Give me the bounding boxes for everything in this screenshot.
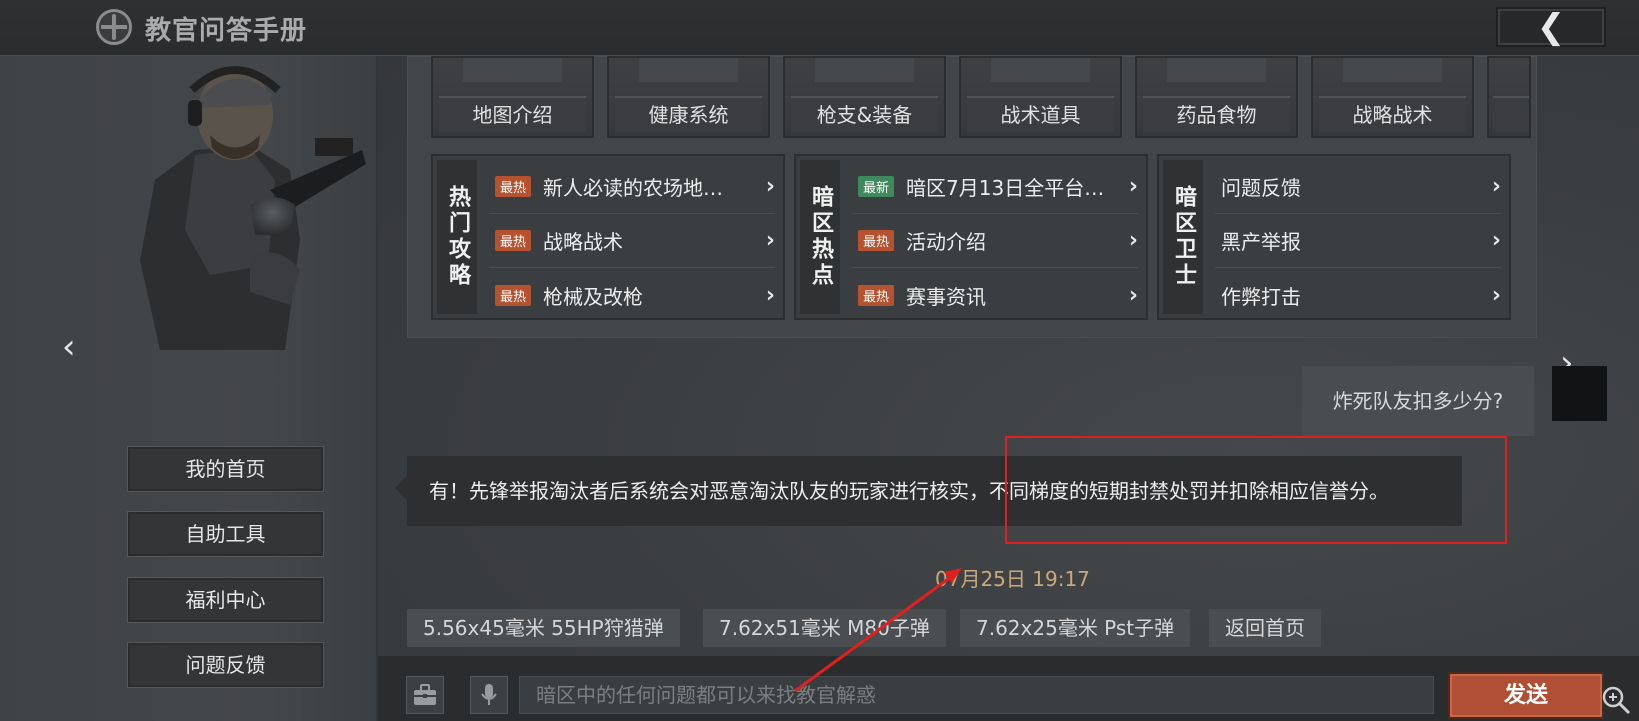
chevron-right-icon: › <box>1128 282 1138 308</box>
category-guns-equipment[interactable]: 枪支&装备 <box>783 56 946 138</box>
chevron-right-icon: › <box>1491 228 1501 253</box>
quick-reply-chip[interactable]: 5.56x45毫米 55HP狩猎弹 <box>407 609 680 647</box>
category-tactical-items[interactable]: 战术道具 <box>959 56 1122 138</box>
chevron-right-icon: › <box>1128 228 1138 253</box>
menu-feedback[interactable]: 问题反馈 <box>127 642 324 688</box>
microphone-icon <box>481 684 497 705</box>
category-image <box>815 58 914 82</box>
category-label: 枪支&装备 <box>791 96 938 132</box>
list-item-label: 作弊打击 <box>1221 284 1301 309</box>
prev-arrow-icon[interactable]: ‹ <box>62 330 76 364</box>
list-item[interactable]: 问题反馈 › <box>1215 160 1501 214</box>
hot-badge: 最热 <box>858 230 895 251</box>
group-title: 暗区热点 <box>800 160 840 314</box>
group-hot-guides: 热门攻略 最热 新人必读的农场地… › 最热 战略战术 › 最热 枪械及改枪 › <box>431 154 785 320</box>
group-title: 热门攻略 <box>437 160 477 314</box>
list-item-label: 战略战术 <box>543 230 624 254</box>
hot-badge: 最热 <box>495 230 532 251</box>
category-label: 药品食物 <box>1143 96 1290 132</box>
question-input[interactable] <box>519 676 1434 714</box>
quick-reply-chip[interactable]: 7.62x51毫米 M80子弹 <box>703 609 946 647</box>
list-item-label: 暗区7月13日全平台… <box>906 176 1105 200</box>
list-item-label: 活动介绍 <box>906 230 987 254</box>
category-image <box>463 58 562 82</box>
group-title: 暗区卫士 <box>1163 160 1203 314</box>
microphone-button[interactable] <box>470 676 508 714</box>
chevron-right-icon: › <box>765 282 775 308</box>
list-item-label: 枪械及改枪 <box>543 284 644 309</box>
category-image <box>1343 58 1442 82</box>
category-medicine-food[interactable]: 药品食物 <box>1135 56 1298 138</box>
menu-my-home[interactable]: 我的首页 <box>127 446 324 492</box>
user-message-bubble: 炸死队友扣多少分? <box>1302 366 1534 436</box>
category-label: 战术道具 <box>967 96 1114 132</box>
group-dark-zone-guard: 暗区卫士 问题反馈 › 黑产举报 › 作弊打击 › <box>1157 154 1511 320</box>
list-item-label: 问题反馈 <box>1221 176 1301 200</box>
category-label: 地图介绍 <box>439 96 586 132</box>
group-dark-zone-hotspots: 暗区热点 最新 暗区7月13日全平台… › 最热 活动介绍 › 最热 赛事资讯 … <box>794 154 1148 320</box>
category-strategy-tactics[interactable]: 战略战术 <box>1311 56 1474 138</box>
chevron-left-icon: ❮ <box>1536 7 1566 47</box>
category-label: 健康系统 <box>615 96 762 132</box>
category-label-empty <box>1493 96 1529 132</box>
category-label: 战略战术 <box>1319 96 1466 132</box>
list-item[interactable]: 最热 赛事资讯 › <box>852 268 1138 322</box>
new-badge: 最新 <box>858 176 895 197</box>
list-item-label: 新人必读的农场地… <box>543 176 724 200</box>
category-image <box>991 58 1090 82</box>
list-item-label: 赛事资讯 <box>906 284 987 309</box>
list-item-label: 黑产举报 <box>1221 230 1301 254</box>
category-image <box>639 58 738 82</box>
send-button[interactable]: 发送 <box>1448 672 1604 719</box>
menu-welfare-center[interactable]: 福利中心 <box>127 577 324 623</box>
toolbox-icon <box>414 684 436 705</box>
chevron-right-icon: › <box>1128 174 1138 199</box>
category-image <box>1167 58 1266 82</box>
message-timestamp: 07月25日 19:17 <box>935 567 1090 591</box>
chevron-right-icon: › <box>1491 174 1501 199</box>
chevron-right-icon: › <box>765 174 775 199</box>
avatar <box>1552 366 1607 421</box>
chevron-right-icon: › <box>765 228 775 253</box>
list-item[interactable]: 最热 枪械及改枪 › <box>489 268 775 322</box>
list-item[interactable]: 黑产举报 › <box>1215 214 1501 268</box>
hot-badge: 最热 <box>495 176 532 197</box>
back-button[interactable]: ❮ <box>1496 7 1606 47</box>
quick-reply-chip[interactable]: 返回首页 <box>1209 609 1321 647</box>
category-map-intro[interactable]: 地图介绍 <box>431 56 594 138</box>
list-item[interactable]: 最热 战略战术 › <box>489 214 775 268</box>
instructor-soldier-image <box>140 66 366 350</box>
category-partial[interactable] <box>1487 56 1531 138</box>
hot-badge: 最热 <box>858 284 895 306</box>
annotation-highlight-box <box>1005 436 1507 544</box>
zoom-in-icon[interactable] <box>1600 684 1632 716</box>
list-item[interactable]: 最热 活动介绍 › <box>852 214 1138 268</box>
category-health-system[interactable]: 健康系统 <box>607 56 770 138</box>
menu-self-help-tools[interactable]: 自助工具 <box>127 511 324 557</box>
toolbox-button[interactable] <box>406 676 444 714</box>
chevron-right-icon: › <box>1491 282 1501 308</box>
list-item[interactable]: 作弊打击 › <box>1215 268 1501 322</box>
quick-reply-chip[interactable]: 7.62x25毫米 Pst子弹 <box>960 609 1191 647</box>
hot-badge: 最热 <box>495 284 532 306</box>
list-item[interactable]: 最热 新人必读的农场地… › <box>489 160 775 214</box>
list-item[interactable]: 最新 暗区7月13日全平台… › <box>852 160 1138 214</box>
